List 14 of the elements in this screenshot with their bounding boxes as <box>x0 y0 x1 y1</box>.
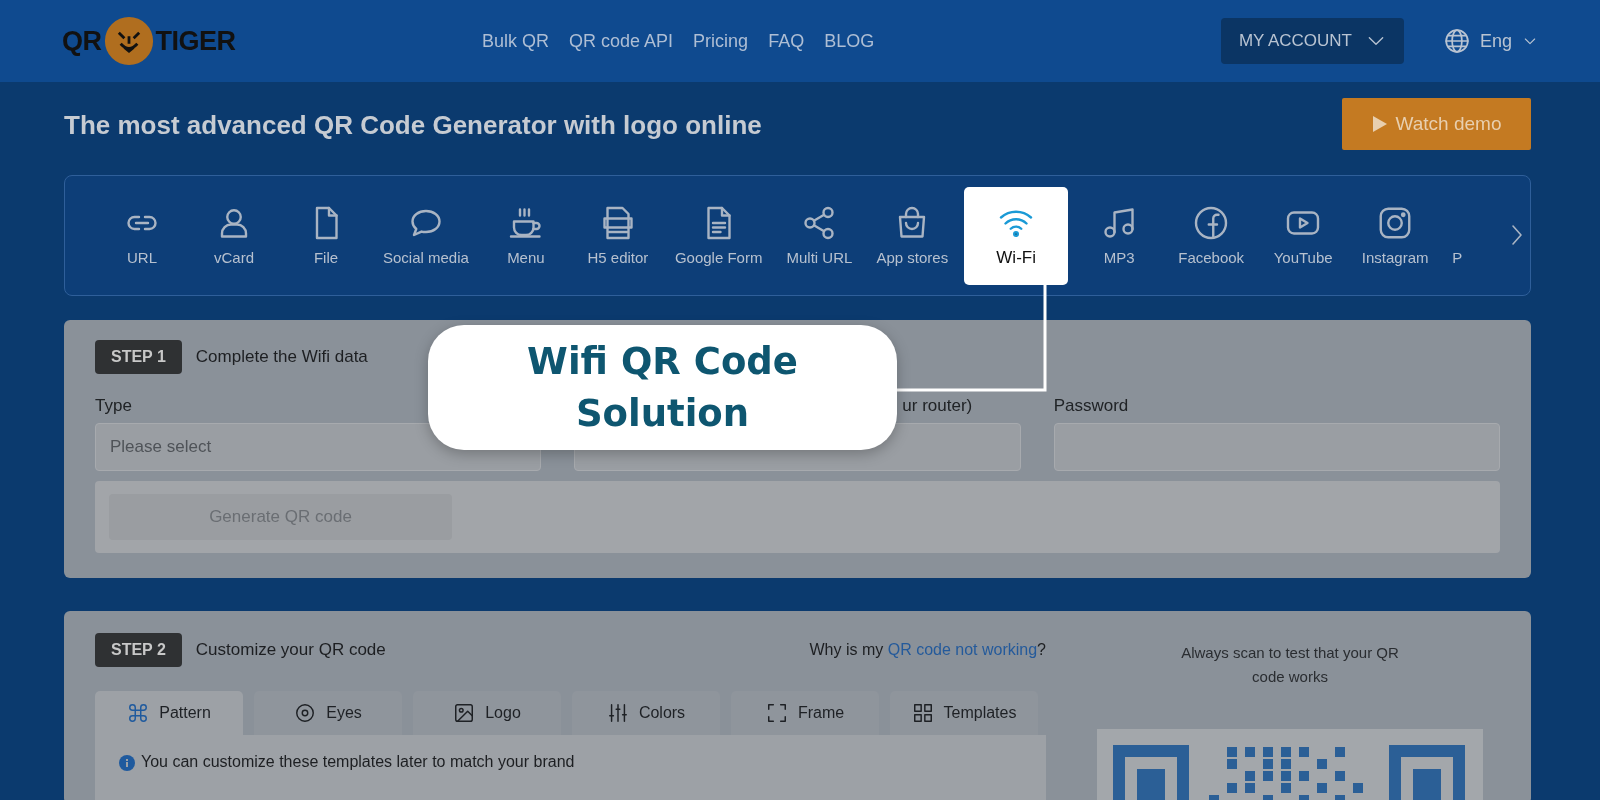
callout-tooltip: Wifi QR Code Solution <box>428 325 897 450</box>
step-badge: STEP 1 <box>95 340 182 374</box>
field-label: Password <box>1053 396 1129 416</box>
step-heading: Complete the Wifi data <box>195 347 368 367</box>
field-label: Type <box>95 396 132 416</box>
field-label: ur router) <box>902 396 973 416</box>
logo-text: TIGER <box>155 25 236 57</box>
step-heading: Customize your QR code <box>195 640 386 660</box>
logo-text: QR <box>62 25 102 57</box>
info-text: You can customize these templates later to match your brand <box>141 753 575 771</box>
help-text: Why is my QR code not working? <box>809 641 1046 659</box>
step-badge: STEP 2 <box>95 633 182 667</box>
page-title: The most advanced QR Code Generator with logo online <box>64 109 762 141</box>
scan-hint: Always scan to test that your QR code works <box>1180 643 1400 687</box>
